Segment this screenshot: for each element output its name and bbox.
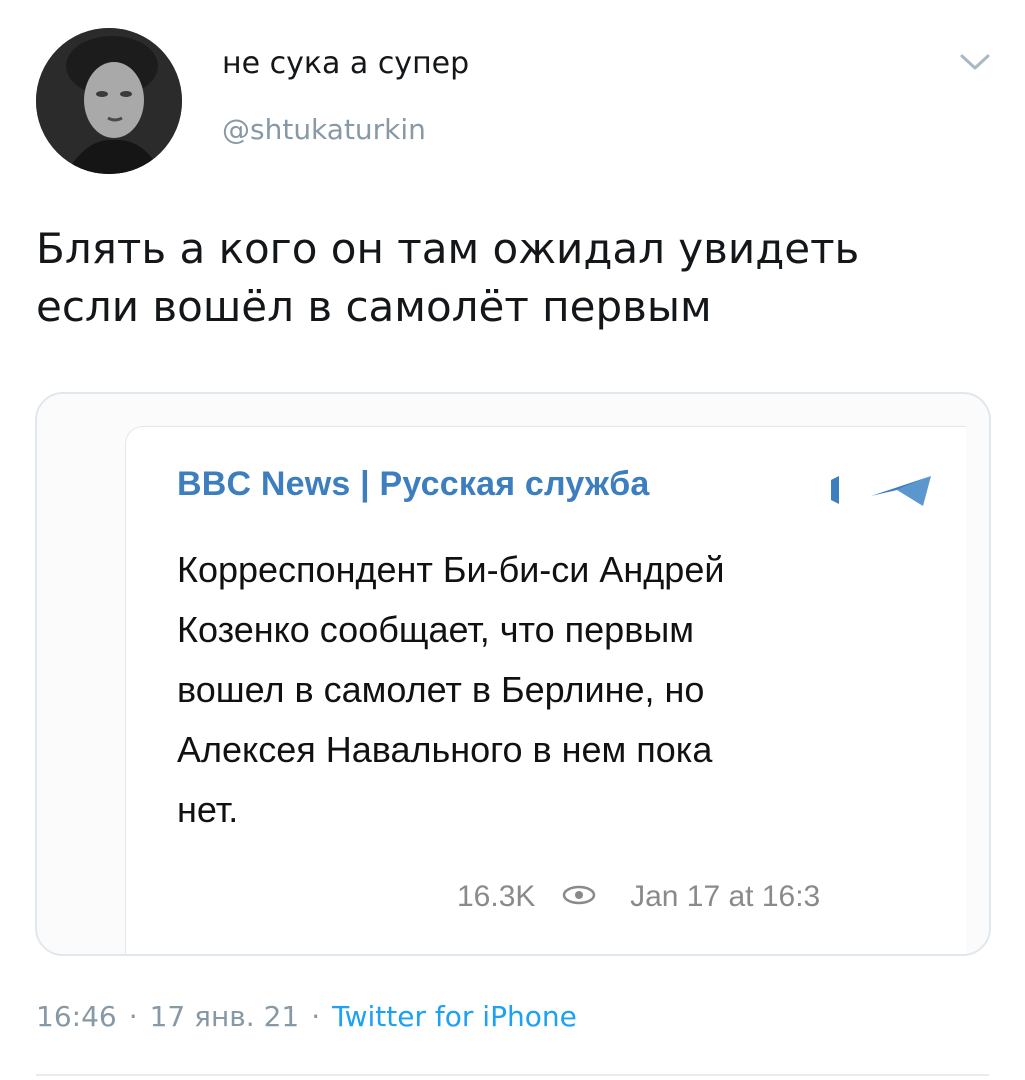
tweet-text-line: Блять а кого он там ожидал увидеть bbox=[36, 224, 860, 273]
tweet-date[interactable]: 17 янв. 21 bbox=[150, 1000, 300, 1033]
message-text: Корреспондент Би-би-си Андрей Козенко со… bbox=[177, 540, 937, 840]
channel-icons bbox=[827, 474, 947, 508]
tweet-media-card[interactable]: BBC News | Русская служба Корреспондент … bbox=[35, 392, 991, 956]
message-timestamp: Jan 17 at 16:3 bbox=[630, 879, 821, 913]
avatar-portrait bbox=[36, 28, 182, 174]
tweet-text: Блять а кого он там ожидал увидеть если … bbox=[36, 220, 986, 336]
avatar[interactable] bbox=[36, 28, 182, 174]
message-line: Козенко сообщает, что первым bbox=[177, 609, 694, 650]
message-line: Корреспондент Би-би-си Андрей bbox=[177, 549, 725, 590]
chevron-down-icon[interactable] bbox=[958, 50, 992, 74]
message-meta: 16.3K Jan 17 at 16:3 bbox=[457, 878, 820, 918]
separator: · bbox=[128, 1000, 138, 1033]
divider bbox=[36, 1074, 989, 1076]
bookmark-icon bbox=[831, 476, 839, 504]
author-handle[interactable]: @shtukaturkin bbox=[222, 113, 426, 147]
tweet-text-line: если вошёл в самолёт первым bbox=[36, 282, 712, 331]
tweet-footer: 16:46 · 17 янв. 21 · Twitter for iPhone bbox=[36, 1000, 577, 1034]
tweet-time[interactable]: 16:46 bbox=[36, 1000, 117, 1033]
message-line: вошел в самолет в Берлине, но bbox=[177, 669, 705, 710]
message-line: Алексея Навального в нем пока bbox=[177, 729, 713, 770]
separator: · bbox=[311, 1000, 321, 1033]
tweet-source-link[interactable]: Twitter for iPhone bbox=[332, 1000, 577, 1033]
view-count: 16.3K bbox=[457, 879, 536, 913]
author-display-name[interactable]: не сука а супер bbox=[222, 46, 469, 82]
channel-name: BBC News | Русская служба bbox=[177, 465, 650, 503]
message-line: нет. bbox=[177, 789, 239, 830]
send-icon bbox=[871, 476, 931, 506]
eye-icon bbox=[562, 878, 596, 914]
